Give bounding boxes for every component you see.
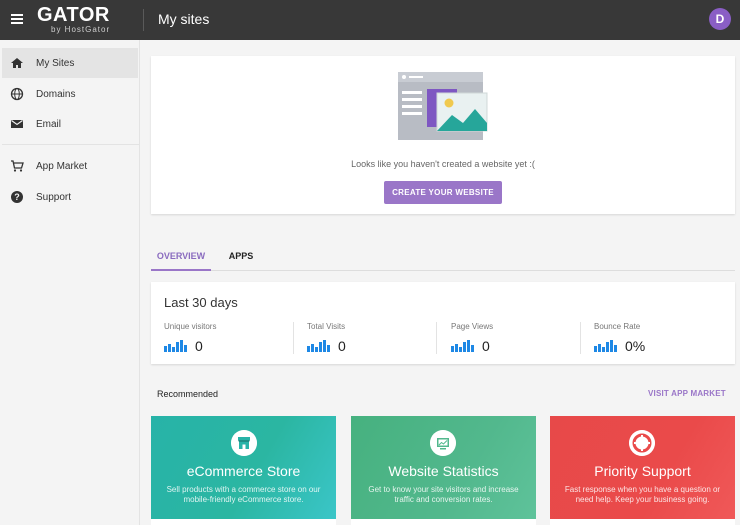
stat-total-visits: Total Visits 0 <box>307 320 447 360</box>
sidebar-item-label: My Sites <box>36 58 75 69</box>
logo-sub: by HostGator <box>51 25 111 34</box>
topbar-divider <box>143 9 144 31</box>
empty-state-message: Looks like you haven't created a website… <box>351 159 535 169</box>
app-card-footer <box>351 519 536 525</box>
stats-card: Last 30 days Unique visitors 0 Total Vis… <box>151 282 735 364</box>
page-title: My sites <box>158 11 210 27</box>
sidebar-item-my-sites[interactable]: My Sites <box>2 48 138 78</box>
stat-value: 0 <box>338 338 346 354</box>
help-icon: ? <box>11 191 23 203</box>
bar-chart-icon <box>451 340 474 352</box>
globe-icon <box>10 87 24 101</box>
stat-divider <box>580 322 581 354</box>
stat-bounce-rate: Bounce Rate 0% <box>594 320 734 360</box>
website-illustration-icon <box>398 72 488 140</box>
sidebar-item-label: App Market <box>36 161 88 172</box>
create-website-button[interactable]: CREATE YOUR WEBSITE <box>384 181 502 204</box>
stat-value: 0 <box>482 338 490 354</box>
mail-icon <box>11 120 23 128</box>
app-description: Get to know your site visitors and incre… <box>368 485 519 504</box>
stat-page-views: Page Views 0 <box>451 320 591 360</box>
visit-app-market-link[interactable]: VISIT APP MARKET <box>648 389 726 398</box>
tab-bar: OVERVIEW APPS <box>151 243 735 271</box>
stat-label: Total Visits <box>307 322 346 331</box>
sidebar-item-label: Email <box>36 119 62 130</box>
top-bar: GATOR by HostGator My sites D <box>0 0 740 40</box>
tab-overview[interactable]: OVERVIEW <box>151 243 211 271</box>
store-icon <box>231 430 257 456</box>
stat-value: 0% <box>625 338 646 354</box>
recommended-title: Recommended <box>157 389 219 399</box>
bar-chart-icon <box>307 340 330 352</box>
app-name: Priority Support <box>594 463 691 479</box>
stat-label: Bounce Rate <box>594 322 641 331</box>
bar-chart-icon <box>594 340 617 352</box>
bar-chart-icon <box>164 340 187 352</box>
stat-divider <box>293 322 294 354</box>
logo-main: GATOR <box>37 4 110 26</box>
tab-apps[interactable]: APPS <box>227 243 255 271</box>
app-name: eCommerce Store <box>186 463 301 479</box>
app-description: Fast response when you have a question o… <box>564 485 721 504</box>
sidebar-item-email[interactable]: Email <box>2 109 138 139</box>
stats-title: Last 30 days <box>164 295 238 310</box>
lifebuoy-icon <box>629 430 655 456</box>
logo[interactable]: GATOR by HostGator <box>37 4 127 34</box>
sidebar-item-domains[interactable]: Domains <box>2 79 138 109</box>
sidebar-item-label: Domains <box>36 89 76 100</box>
sidebar: My Sites Domains Email App Market ? Supp… <box>0 40 140 525</box>
sidebar-item-support[interactable]: ? Support <box>2 182 138 212</box>
sidebar-item-label: Support <box>36 192 72 203</box>
app-card-website-statistics[interactable]: Website Statistics Get to know your site… <box>351 416 536 525</box>
sidebar-divider <box>2 144 140 145</box>
empty-state-card: Looks like you haven't created a website… <box>151 56 735 214</box>
app-description: Sell products with a commerce store on o… <box>166 485 321 504</box>
stat-divider <box>436 322 437 354</box>
stats-icon <box>430 430 456 456</box>
home-icon <box>11 58 23 68</box>
app-card-ecommerce[interactable]: eCommerce Store Sell products with a com… <box>151 416 336 525</box>
avatar[interactable]: D <box>709 8 731 30</box>
stat-label: Page Views <box>451 322 494 331</box>
app-name: Website Statistics <box>388 463 499 479</box>
stat-unique-visitors: Unique visitors 0 <box>164 320 304 360</box>
app-card-footer <box>151 519 336 525</box>
stat-label: Unique visitors <box>164 322 217 331</box>
svg-text:?: ? <box>14 192 20 202</box>
stat-value: 0 <box>195 338 203 354</box>
app-card-priority-support[interactable]: Priority Support Fast response when you … <box>550 416 735 525</box>
app-card-footer <box>550 519 735 525</box>
menu-icon[interactable] <box>11 14 23 24</box>
sidebar-item-app-market[interactable]: App Market <box>2 151 138 181</box>
cart-icon <box>11 160 24 172</box>
